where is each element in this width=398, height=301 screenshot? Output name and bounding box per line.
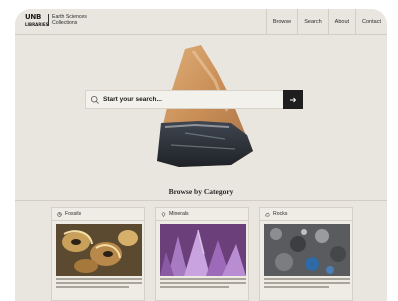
logo-line2: LIBRARIES <box>25 22 49 27</box>
arrow-right-icon <box>290 97 297 102</box>
category-description <box>160 278 246 290</box>
site-title-line2: Collections <box>52 20 78 26</box>
browse-title: Browse by Category <box>168 187 234 196</box>
category-header-rocks: Rocks <box>260 208 352 221</box>
nav-browse[interactable]: Browse <box>265 9 297 35</box>
rock-icon <box>265 212 270 216</box>
logo[interactable]: UNB LIBRARIES <box>25 13 49 28</box>
category-card-rocks[interactable]: Rocks <box>259 207 353 301</box>
category-label: Rocks <box>273 211 288 217</box>
rocks-image <box>264 224 350 276</box>
search-submit-button[interactable] <box>283 90 303 109</box>
divider <box>15 200 387 201</box>
minerals-image <box>160 224 246 276</box>
fossils-image <box>56 224 142 276</box>
logo-line1: UNB <box>25 13 41 21</box>
category-header-minerals: Minerals <box>156 208 248 221</box>
fossil-icon <box>57 211 62 217</box>
category-description <box>264 278 350 290</box>
hero: Start your search... <box>15 35 387 185</box>
nav-contact[interactable]: Contact <box>355 9 387 35</box>
category-header-fossils: Fossils <box>52 208 144 221</box>
page: UNB LIBRARIES Earth Sciences Collections… <box>15 9 387 301</box>
nav-search[interactable]: Search <box>297 9 327 35</box>
search-bar[interactable]: Start your search... <box>85 90 303 109</box>
category-card-fossils[interactable]: Fossils <box>51 207 145 301</box>
search-icon <box>90 95 99 104</box>
category-description <box>56 278 142 290</box>
search-input[interactable]: Start your search... <box>103 96 162 103</box>
nav-about[interactable]: About <box>327 9 355 35</box>
category-label: Fossils <box>65 211 82 217</box>
crystal-icon <box>161 211 166 217</box>
category-card-minerals[interactable]: Minerals <box>155 207 249 301</box>
site-header: UNB LIBRARIES Earth Sciences Collections… <box>15 9 387 35</box>
site-title[interactable]: Earth Sciences Collections <box>48 14 108 26</box>
main-nav: Browse Search About Contact <box>265 9 387 35</box>
category-label: Minerals <box>169 211 189 217</box>
